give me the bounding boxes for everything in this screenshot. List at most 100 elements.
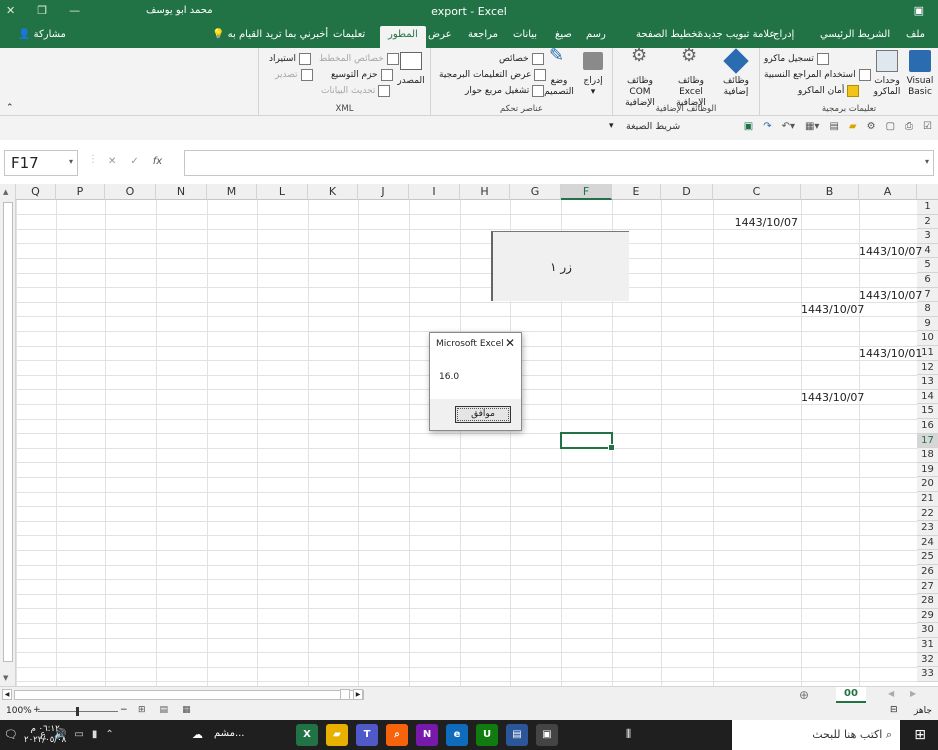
checkbox-icon[interactable]: ☑: [923, 121, 932, 132]
column-header-n[interactable]: N: [156, 184, 207, 200]
cell-b8[interactable]: 1443/10/07: [801, 302, 864, 317]
relative-refs-button[interactable]: استخدام المراجع النسبية: [764, 69, 871, 81]
store-icon[interactable]: ▣: [536, 724, 558, 746]
open-icon[interactable]: ▰: [849, 121, 857, 132]
properties-button[interactable]: خصائص: [499, 53, 544, 65]
next-sheet-icon[interactable]: ▶: [910, 689, 916, 698]
taskbar-search[interactable]: ⌕ اكتب هنا للبحث: [732, 720, 900, 750]
export-button[interactable]: تصدير: [275, 69, 313, 81]
zoom-level[interactable]: 100%: [6, 706, 32, 716]
row-header-13[interactable]: 13: [917, 375, 938, 390]
column-header-a[interactable]: A: [859, 184, 917, 200]
notepad-icon[interactable]: ▤: [506, 724, 528, 746]
prev-sheet-icon[interactable]: ◀: [888, 689, 894, 698]
form-button[interactable]: زر ١: [491, 231, 629, 301]
column-header-d[interactable]: D: [661, 184, 713, 200]
normal-view-icon[interactable]: ▦: [182, 705, 191, 715]
share-button[interactable]: 👤 مشاركة: [18, 29, 66, 40]
expansion-packs-button[interactable]: حزم التوسيع: [331, 69, 393, 81]
cancel-icon[interactable]: ✕: [108, 156, 116, 167]
task-view-icon[interactable]: ⫴: [626, 727, 631, 742]
print-preview-icon[interactable]: ⎙: [905, 121, 913, 132]
zoom-out-icon[interactable]: −: [120, 705, 128, 715]
scroll-thumb-icon[interactable]: [340, 689, 350, 700]
row-header-25[interactable]: 25: [917, 550, 938, 565]
collapse-ribbon-icon[interactable]: ⌃: [6, 103, 14, 113]
tab-home[interactable]: الشريط الرئيسي: [820, 29, 890, 40]
column-header-q[interactable]: Q: [16, 184, 56, 200]
zoom-in-icon[interactable]: +: [33, 705, 41, 715]
column-header-p[interactable]: P: [56, 184, 105, 200]
run-dialog-button[interactable]: تشغيل مربع حوار: [465, 85, 545, 97]
row-header-15[interactable]: 15: [917, 404, 938, 419]
macro-security-button[interactable]: أمان الماكرو: [798, 85, 860, 97]
tab-data[interactable]: بيانات: [513, 29, 537, 40]
row-header-30[interactable]: 30: [917, 623, 938, 638]
enter-icon[interactable]: ✓: [130, 156, 138, 167]
column-header-h[interactable]: H: [460, 184, 510, 200]
name-box[interactable]: F17 ▾: [4, 150, 78, 176]
row-header-19[interactable]: 19: [917, 462, 938, 478]
tab-review[interactable]: مراجعة: [468, 29, 498, 40]
insert-control-button[interactable]: إدراج ▾: [577, 52, 609, 98]
battery-icon[interactable]: ▮: [92, 729, 98, 740]
column-header-c[interactable]: C: [713, 184, 801, 200]
edge-icon[interactable]: e: [446, 724, 468, 746]
row-header-17[interactable]: 17: [917, 433, 938, 449]
column-header-k[interactable]: K: [308, 184, 358, 200]
row-header-21[interactable]: 21: [917, 492, 938, 507]
sheet-tab-00[interactable]: 00: [836, 687, 866, 703]
import-button[interactable]: استيراد: [269, 53, 311, 65]
clock[interactable]: ٠٦:١٢ م ٢٠٢٢/٠٥/٠٨: [24, 724, 66, 746]
close-icon[interactable]: ✕: [505, 336, 515, 350]
vertical-scrollbar[interactable]: ▲ ▼: [0, 184, 16, 686]
fx-icon[interactable]: fx: [153, 156, 162, 167]
column-header-i[interactable]: I: [409, 184, 460, 200]
row-header-1[interactable]: 1: [917, 200, 938, 215]
zoom-slider-handle[interactable]: [76, 707, 79, 716]
row-header-8[interactable]: 8: [917, 302, 938, 317]
network-icon[interactable]: ▭: [74, 729, 83, 740]
addins-button[interactable]: وظائف إضافية: [715, 48, 757, 98]
column-header-o[interactable]: O: [105, 184, 156, 200]
undo-icon[interactable]: ↶▾: [782, 121, 795, 132]
tab-insert[interactable]: إدراج: [773, 29, 794, 40]
cell-a11[interactable]: 1443/10/01: [859, 346, 922, 361]
cell-b14[interactable]: 1443/10/07: [801, 390, 864, 405]
tab-view[interactable]: عرض: [428, 29, 452, 40]
column-header-f[interactable]: F: [561, 184, 612, 200]
tab-draw[interactable]: رسم: [586, 29, 606, 40]
tab-help[interactable]: تعليمات: [333, 29, 365, 40]
scroll-up-icon[interactable]: ▲: [3, 188, 8, 196]
search-app-icon[interactable]: ⌕: [386, 724, 408, 746]
column-header-b[interactable]: B: [801, 184, 859, 200]
tab-formulas[interactable]: صيغ: [555, 29, 572, 40]
excel-app-icon[interactable]: X: [296, 724, 318, 746]
scroll-thumb[interactable]: [3, 202, 13, 662]
scroll-down-icon[interactable]: ▼: [3, 674, 8, 682]
macro-icon[interactable]: ⚙: [867, 121, 876, 132]
weather-icon[interactable]: ☁: [192, 728, 203, 741]
file-explorer-icon[interactable]: ▰: [326, 724, 348, 746]
row-header-28[interactable]: 28: [917, 594, 938, 609]
row-header-14[interactable]: 14: [917, 389, 938, 405]
scroll-right-icon[interactable]: ▶: [353, 689, 363, 700]
cell-a7[interactable]: 1443/10/07: [859, 288, 922, 303]
tab-new[interactable]: علامة تبويب جديدة: [698, 29, 775, 40]
tab-page-layout[interactable]: تخطيط الصفحة: [636, 29, 701, 40]
qat-more-icon[interactable]: ▾: [609, 121, 614, 131]
row-header-27[interactable]: 27: [917, 579, 938, 595]
map-properties-button[interactable]: خصائص المخطط: [319, 53, 399, 65]
chart-icon[interactable]: ▦▾: [805, 121, 819, 132]
tab-developer[interactable]: المطور: [380, 26, 426, 48]
row-header-29[interactable]: 29: [917, 608, 938, 624]
cell-a4[interactable]: 1443/10/07: [859, 244, 922, 259]
column-header-g[interactable]: G: [510, 184, 561, 200]
row-header-9[interactable]: 9: [917, 316, 938, 332]
row-header-23[interactable]: 23: [917, 521, 938, 536]
row-header-26[interactable]: 26: [917, 565, 938, 580]
row-header-20[interactable]: 20: [917, 477, 938, 492]
new-icon[interactable]: ▢: [886, 121, 895, 132]
row-header-5[interactable]: 5: [917, 258, 938, 273]
row-header-6[interactable]: 6: [917, 273, 938, 288]
